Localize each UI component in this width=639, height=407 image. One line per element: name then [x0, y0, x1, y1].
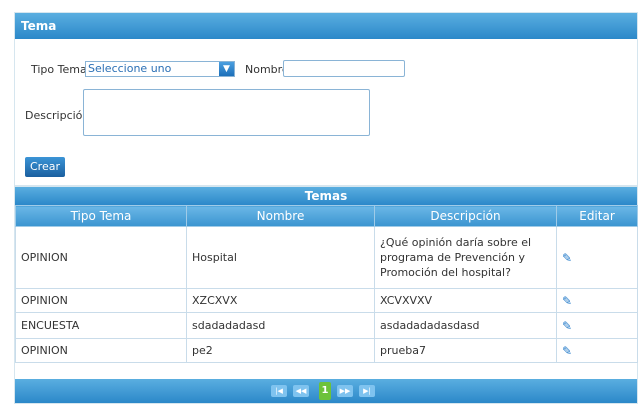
column-header-nombre[interactable]: Nombre	[186, 205, 375, 227]
pencil-icon[interactable]: ✎	[562, 344, 572, 358]
chevron-down-icon[interactable]: ▼	[219, 62, 234, 76]
cell-tipo: OPINION	[15, 226, 187, 289]
tipo-tema-selected-value: Seleccione uno	[88, 62, 172, 75]
column-header-descripcion[interactable]: Descripción	[374, 205, 557, 227]
next-page-button[interactable]: ▶▶	[337, 385, 353, 397]
cell-descripcion: XCVXVXV	[374, 288, 557, 313]
edit-cell: ✎	[556, 288, 638, 313]
cell-descripcion: ¿Qué opinión daría sobre el programa de …	[374, 226, 557, 289]
cell-descripcion: prueba7	[374, 338, 557, 363]
grid-title: Temas	[15, 187, 637, 205]
prev-page-button[interactable]: ◀◀	[293, 385, 309, 397]
temas-table: Tipo Tema Nombre Descripción Editar OPIN…	[15, 205, 638, 363]
nombre-input[interactable]	[283, 60, 405, 77]
table-row: ENCUESTA sdadadadasd asdadadadasdasd ✎	[15, 312, 638, 339]
edit-cell: ✎	[556, 226, 638, 289]
table-row: OPINION Hospital ¿Qué opinión daría sobr…	[15, 226, 638, 289]
tipo-tema-label: Tipo Tema	[31, 63, 87, 76]
pencil-icon[interactable]: ✎	[562, 251, 572, 265]
descripcion-textarea[interactable]	[83, 89, 370, 136]
crear-button[interactable]: Crear	[25, 157, 65, 177]
cell-tipo: OPINION	[15, 288, 187, 313]
cell-nombre: Hospital	[186, 226, 375, 289]
table-header-row: Tipo Tema Nombre Descripción Editar	[15, 205, 638, 227]
last-page-button[interactable]: ▶|	[359, 385, 375, 397]
cell-nombre: pe2	[186, 338, 375, 363]
descripcion-label: Descripción	[25, 109, 90, 122]
temas-grid: Temas Tipo Tema Nombre Descripción Edita…	[14, 186, 638, 404]
panel-title: Tema	[15, 13, 637, 39]
cell-tipo: OPINION	[15, 338, 187, 363]
current-page[interactable]: 1	[319, 382, 331, 400]
pager: |◀ ◀◀ 1 ▶▶ ▶|	[15, 379, 637, 403]
table-row: OPINION pe2 prueba7 ✎	[15, 338, 638, 363]
tema-form-panel: Tema Tipo Tema Seleccione uno ▼ Nombre D…	[14, 12, 638, 186]
column-header-editar: Editar	[556, 205, 638, 227]
cell-descripcion: asdadadadasdasd	[374, 312, 557, 339]
tipo-tema-select[interactable]: Seleccione uno ▼	[85, 61, 235, 77]
pencil-icon[interactable]: ✎	[562, 294, 572, 308]
table-row: OPINION XZCXVX XCVXVXV ✎	[15, 288, 638, 313]
cell-tipo: ENCUESTA	[15, 312, 187, 339]
first-page-button[interactable]: |◀	[271, 385, 287, 397]
edit-cell: ✎	[556, 338, 638, 363]
cell-nombre: sdadadadasd	[186, 312, 375, 339]
cell-nombre: XZCXVX	[186, 288, 375, 313]
column-header-tipo[interactable]: Tipo Tema	[15, 205, 187, 227]
pencil-icon[interactable]: ✎	[562, 319, 572, 333]
edit-cell: ✎	[556, 312, 638, 339]
